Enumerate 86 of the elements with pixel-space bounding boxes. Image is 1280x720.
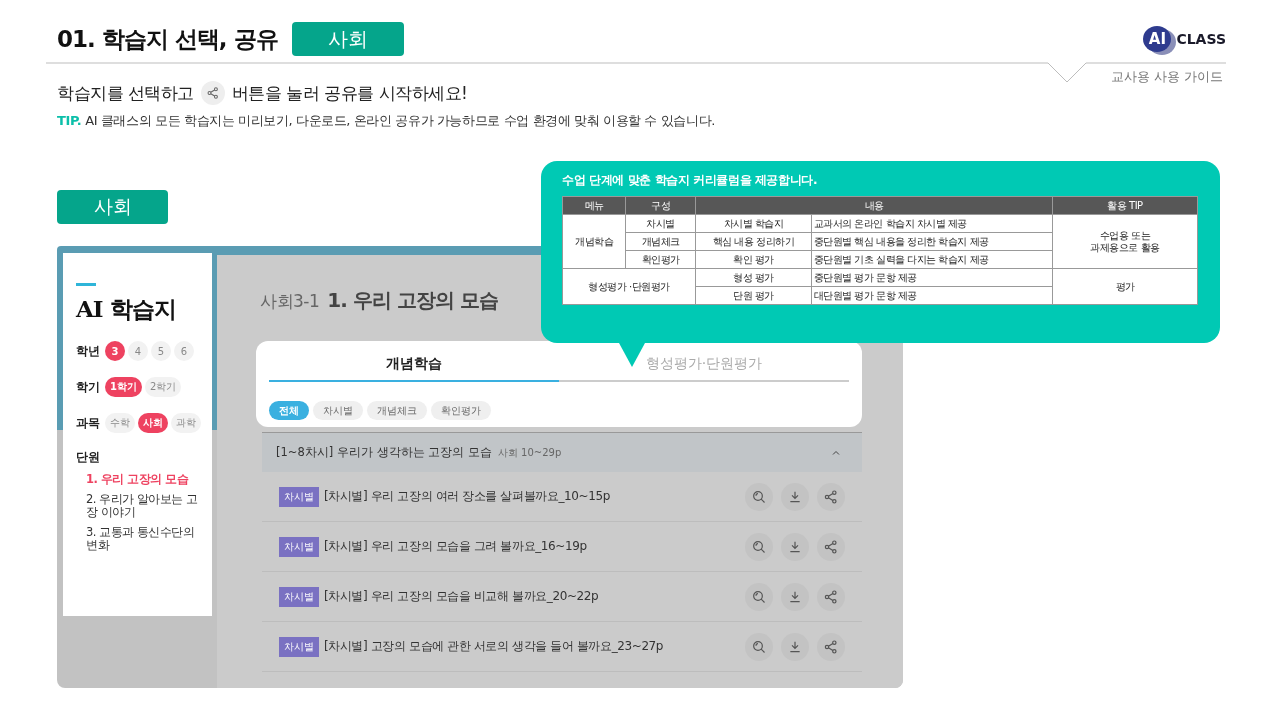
worksheet-title[interactable]: [차시별] 우리 고장의 여러 장소를 살펴볼까요_10~15p [324, 488, 740, 505]
filter-label: 학년 [76, 342, 100, 360]
filter-chip[interactable]: 5 [151, 341, 171, 361]
section-header[interactable]: [1~8차시] 우리가 생각하는 고장의 모습 사회 10~29p [262, 432, 862, 472]
tab[interactable]: 개념학습 [269, 355, 559, 382]
table-cell: 확인 평가 [695, 250, 812, 269]
download-button[interactable] [781, 582, 809, 611]
table-cell: 확인평가 [625, 250, 696, 269]
unit-link[interactable]: 3. 교통과 통신수단의 변화 [76, 519, 212, 552]
table-cell: 개념학습 [562, 214, 626, 269]
table-cell: 핵심 내용 정리하기 [695, 232, 812, 251]
column-header: 활용 TIP [1052, 196, 1198, 215]
filter-chip[interactable]: 3 [105, 341, 125, 361]
share-icon [823, 488, 839, 505]
share-icon [205, 86, 220, 100]
filter-chip[interactable]: 확인평가 [431, 401, 491, 420]
instruction-text: 버튼을 눌러 공유를 시작하세요! [231, 81, 468, 105]
filter-chip[interactable]: 6 [174, 341, 194, 361]
column-header: 내용 [695, 196, 1053, 215]
search-icon [751, 488, 767, 505]
filter-chip[interactable]: 2학기 [144, 377, 182, 397]
table-cell: 형성 평가 [695, 268, 812, 287]
column-header: 메뉴 [562, 196, 626, 215]
search-icon [751, 638, 767, 655]
logo-mark: AI [1143, 26, 1172, 52]
subject-badge: 사회 [57, 190, 168, 224]
share-button[interactable] [817, 532, 845, 561]
filter-label: 학기 [76, 378, 100, 396]
share-icon [823, 538, 839, 555]
unit-link[interactable]: 2. 우리가 알아보는 고장 이야기 [76, 486, 212, 519]
preview-button[interactable] [745, 532, 773, 561]
filter-chip[interactable]: 4 [128, 341, 148, 361]
download-button[interactable] [781, 532, 809, 561]
preview-button[interactable] [745, 482, 773, 511]
worksheet-title[interactable]: [차시별] 고장의 모습에 관한 서로의 생각을 들어 볼까요_23~27p [324, 638, 740, 655]
filter-chip[interactable]: 1학기 [105, 377, 142, 397]
sidebar-title: AI 학습지 [76, 294, 177, 324]
page-title: 01. 학습지 선택, 공유 [57, 24, 278, 54]
category-tag: 차시별 [279, 486, 319, 507]
share-icon [823, 638, 839, 655]
search-icon [751, 538, 767, 555]
filter-label: 과목 [76, 414, 100, 432]
section-title: [1~8차시] 우리가 생각하는 고장의 모습 [276, 445, 492, 460]
unit-link[interactable]: 1. 우리 고장의 모습 [76, 466, 212, 486]
worksheet-title[interactable]: [차시별] 우리 고장의 모습을 비교해 볼까요_20~22p [324, 588, 740, 605]
table-cell: 평가 [1052, 268, 1198, 305]
table-cell: 개념체크 [625, 232, 696, 251]
download-button[interactable] [781, 482, 809, 511]
unit-code: 사회3-1 [260, 290, 320, 313]
filter-chip[interactable]: 차시별 [313, 401, 363, 420]
filter-chip[interactable]: 과학 [171, 413, 201, 433]
search-icon [751, 588, 767, 605]
table-cell: 차시별 학습지 [695, 214, 812, 233]
worksheet-title[interactable]: [차시별] 우리 고장의 모습을 그려 볼까요_16~19p [324, 538, 740, 555]
bubble-title: 수업 단계에 맞춘 학습지 커리큘럼을 제공합니다. [562, 172, 819, 189]
category-tag: 차시별 [279, 536, 319, 557]
category-tag: 차시별 [279, 586, 319, 607]
column-header: 구성 [625, 196, 696, 215]
share-button[interactable] [817, 582, 845, 611]
filter-chip[interactable]: 전체 [269, 401, 309, 420]
tip-label: TIP. [57, 113, 82, 128]
logo-text: CLASS [1176, 31, 1226, 47]
category-tag: 차시별 [279, 636, 319, 657]
share-button[interactable] [817, 482, 845, 511]
table-cell: 교과서의 온라인 학습지 차시별 제공 [811, 214, 1053, 233]
preview-button[interactable] [745, 632, 773, 661]
table-cell: 차시별 [625, 214, 696, 233]
page-range: 사회 10~29p [497, 445, 563, 460]
filter-chip[interactable]: 사회 [138, 413, 168, 433]
table-cell: 중단원별 평가 문항 제공 [811, 268, 1053, 287]
unit-label: 단원 [76, 449, 101, 466]
table-cell: 형성평가 ·단원평가 [562, 268, 696, 305]
download-button[interactable] [781, 632, 809, 661]
guide-label: 교사용 사용 가이드 [1110, 68, 1223, 86]
share-icon [823, 588, 839, 605]
filter-chip[interactable]: 수학 [105, 413, 135, 433]
tip-text: AI 클래스의 모든 학습지는 미리보기, 다운로드, 온라인 공유가 가능하므로 수업 환경에 맞춰 이용할 수 있습니다. [85, 113, 715, 128]
subject-badge: 사회 [291, 22, 404, 56]
accent-bar [76, 283, 96, 286]
table-cell: 수업용 또는 과제용으로 활용 [1052, 214, 1198, 269]
unit-title: 1. 우리 고장의 모습 [327, 287, 498, 314]
filter-chip[interactable]: 개념체크 [367, 401, 427, 420]
share-button[interactable] [817, 632, 845, 661]
preview-button[interactable] [745, 582, 773, 611]
table-cell: 단원 평가 [695, 286, 812, 305]
instruction-text: 학습지를 선택하고 [57, 81, 194, 105]
